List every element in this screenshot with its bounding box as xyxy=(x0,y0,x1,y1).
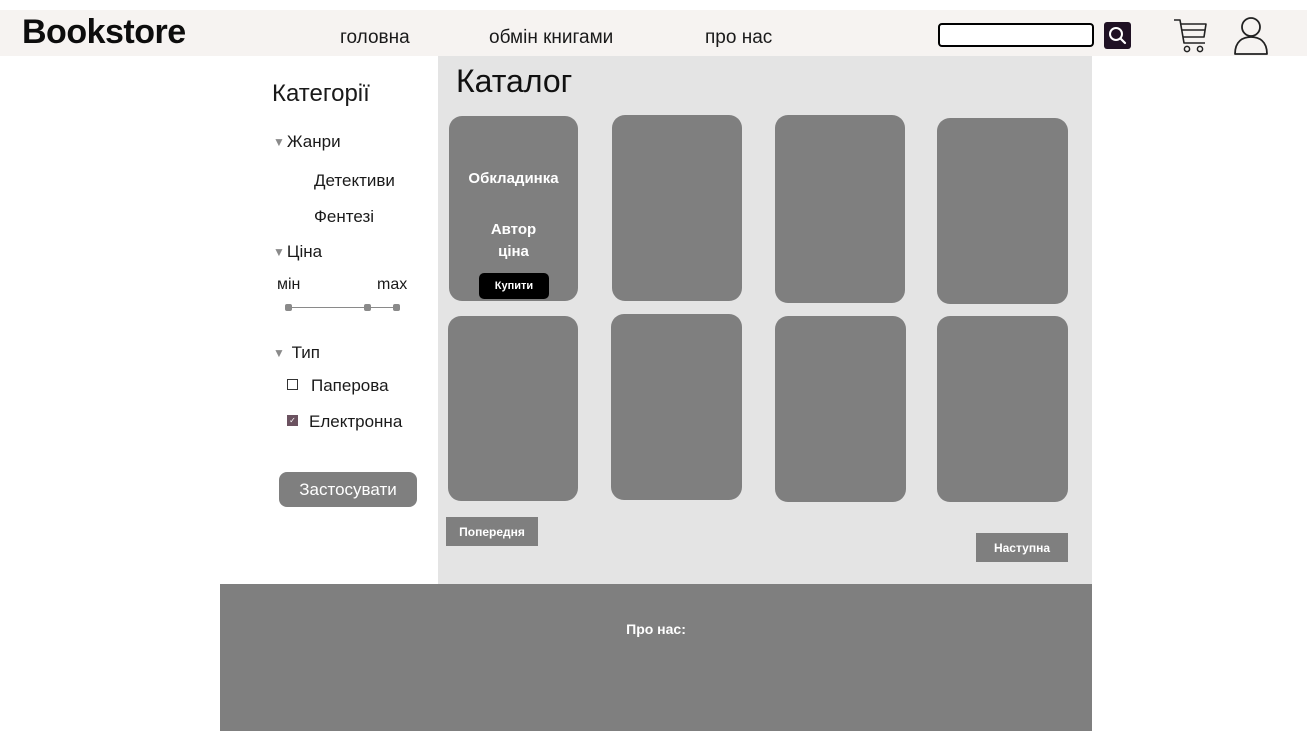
filter-price-toggle[interactable]: ▼ Ціна xyxy=(273,242,322,262)
price-max-label: max xyxy=(377,276,408,293)
genre-item-fantasy[interactable]: Фентезі xyxy=(314,207,374,227)
book-card[interactable] xyxy=(775,115,905,303)
footer-about-title: Про нас: xyxy=(626,621,686,637)
filter-price-label: Ціна xyxy=(286,242,323,261)
type-electronic-checkbox[interactable]: ✓ xyxy=(287,415,298,426)
book-card[interactable]: Обкладинка Автор ціна Купити xyxy=(449,116,578,301)
cart-icon[interactable] xyxy=(1173,16,1209,54)
filter-genres-label: Жанри xyxy=(286,132,341,151)
genre-item-detectives[interactable]: Детективи xyxy=(314,171,395,191)
type-paper-checkbox[interactable] xyxy=(287,379,298,390)
price-slider-mid-handle[interactable] xyxy=(364,304,371,311)
triangle-down-icon: ▼ xyxy=(273,346,285,360)
book-card[interactable] xyxy=(612,115,742,301)
user-icon[interactable] xyxy=(1231,15,1271,55)
search-button[interactable] xyxy=(1104,22,1131,49)
next-page-button[interactable]: Наступна xyxy=(976,533,1068,562)
price-slider-min-handle[interactable] xyxy=(285,304,292,311)
search-icon xyxy=(1109,27,1127,45)
sidebar-title: Категорії xyxy=(272,80,370,107)
logo[interactable]: Bookstore xyxy=(22,13,186,52)
book-cover-label: Обкладинка xyxy=(468,170,559,187)
previous-page-button[interactable]: Попередня xyxy=(446,517,538,546)
price-slider-max-handle[interactable] xyxy=(393,304,400,311)
triangle-down-icon: ▼ xyxy=(273,135,285,149)
nav-about[interactable]: про нас xyxy=(705,27,772,49)
header: Bookstore головна обмін книгами про нас xyxy=(0,0,1307,56)
book-card[interactable] xyxy=(448,316,578,501)
footer: Про нас: xyxy=(220,584,1092,731)
search-input[interactable] xyxy=(938,23,1094,47)
price-slider-track[interactable] xyxy=(288,307,398,308)
apply-filters-button[interactable]: Застосувати xyxy=(279,472,417,507)
book-card[interactable] xyxy=(775,316,906,502)
nav-book-exchange[interactable]: обмін книгами xyxy=(489,27,613,49)
book-card[interactable] xyxy=(937,316,1068,502)
triangle-down-icon: ▼ xyxy=(273,245,285,259)
type-electronic-label[interactable]: Електронна xyxy=(309,412,402,432)
type-paper-label[interactable]: Паперова xyxy=(311,376,389,396)
catalog-title: Каталог xyxy=(456,63,573,99)
filter-genres-toggle[interactable]: ▼ Жанри xyxy=(273,132,341,152)
buy-button[interactable]: Купити xyxy=(479,273,549,299)
filter-type-toggle[interactable]: ▼ Тип xyxy=(273,343,320,363)
filter-type-label: Тип xyxy=(291,343,320,362)
book-card[interactable] xyxy=(611,314,742,500)
book-author-label: Автор xyxy=(490,221,537,238)
nav-home[interactable]: головна xyxy=(340,27,410,49)
price-min-label: мін xyxy=(277,276,301,293)
book-card[interactable] xyxy=(937,118,1068,304)
book-price-label: ціна xyxy=(498,243,529,260)
